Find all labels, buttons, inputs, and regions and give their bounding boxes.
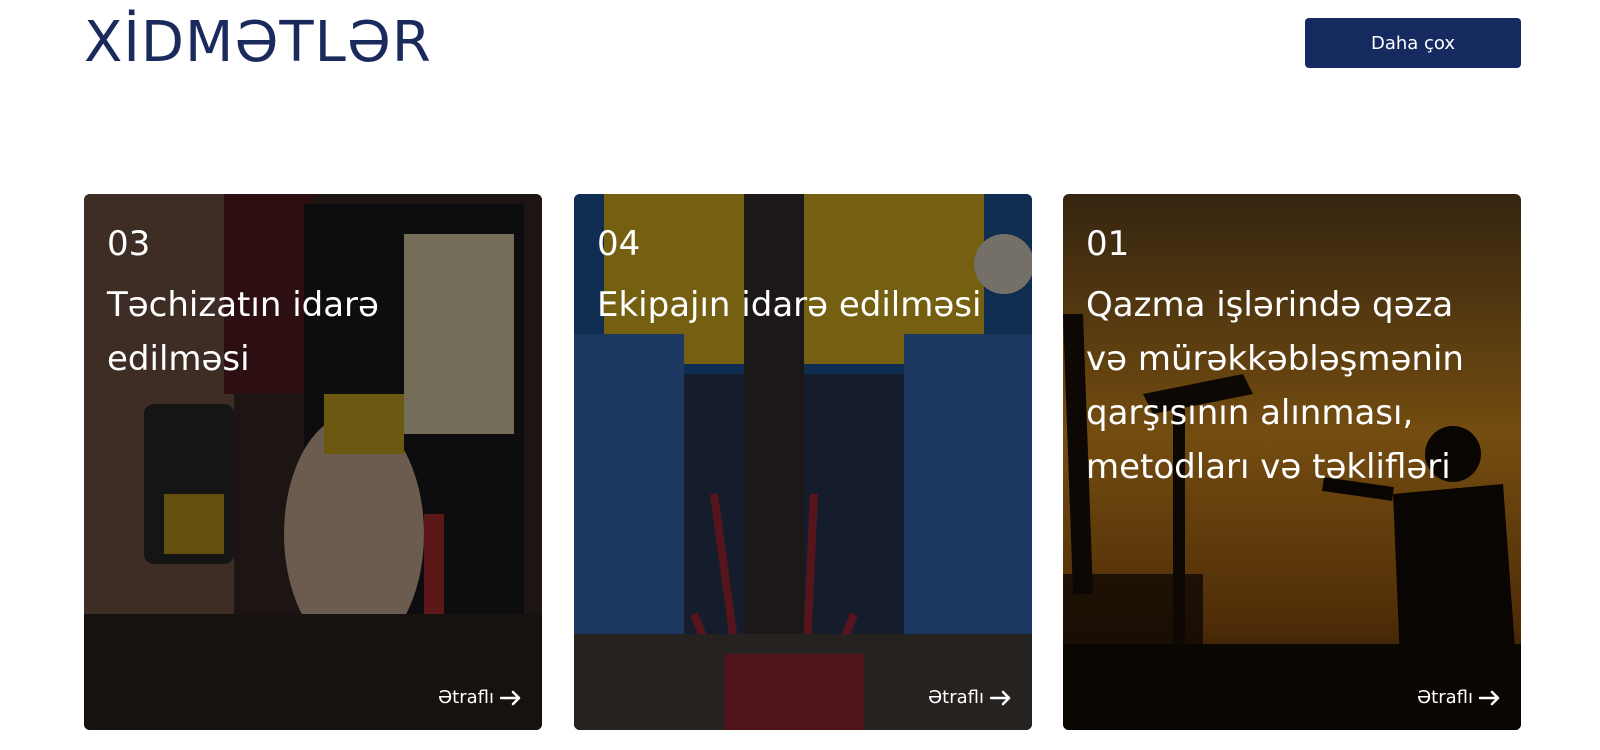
card-details-label: Ətraflı <box>928 687 984 708</box>
card-number: 04 <box>597 224 641 264</box>
service-card-supply[interactable]: 03 Təchizatın idarə edilməsi Ətraflı <box>84 194 542 730</box>
arrow-right-icon <box>500 690 521 705</box>
card-details-link[interactable]: Ətraflı <box>438 687 522 708</box>
card-title: Ekipajın idarə edilməsi <box>597 285 982 325</box>
card-title: Təchizatın idarə edilməsi <box>107 285 379 379</box>
card-details-label: Ətraflı <box>1417 687 1473 708</box>
card-details-link[interactable]: Ətraflı <box>928 687 1012 708</box>
card-details-link[interactable]: Ətraflı <box>1417 687 1501 708</box>
arrow-right-icon <box>1479 690 1500 705</box>
card-number: 01 <box>1086 224 1130 264</box>
service-card-crew[interactable]: 04 Ekipajın idarə edilməsi Ətraflı <box>574 194 1032 730</box>
service-card-drilling-safety[interactable]: 01 Qazma işlərində qəza və mürəkkəbləşmə… <box>1063 194 1521 730</box>
card-details-label: Ətraflı <box>438 687 494 708</box>
card-title: Qazma işlərində qəza və mürəkkəbləşmənin… <box>1086 285 1464 487</box>
arrow-right-icon <box>990 690 1011 705</box>
section-title: XİDMƏTLƏR <box>84 10 432 75</box>
more-button[interactable]: Daha çox <box>1305 18 1521 68</box>
card-number: 03 <box>107 224 151 264</box>
